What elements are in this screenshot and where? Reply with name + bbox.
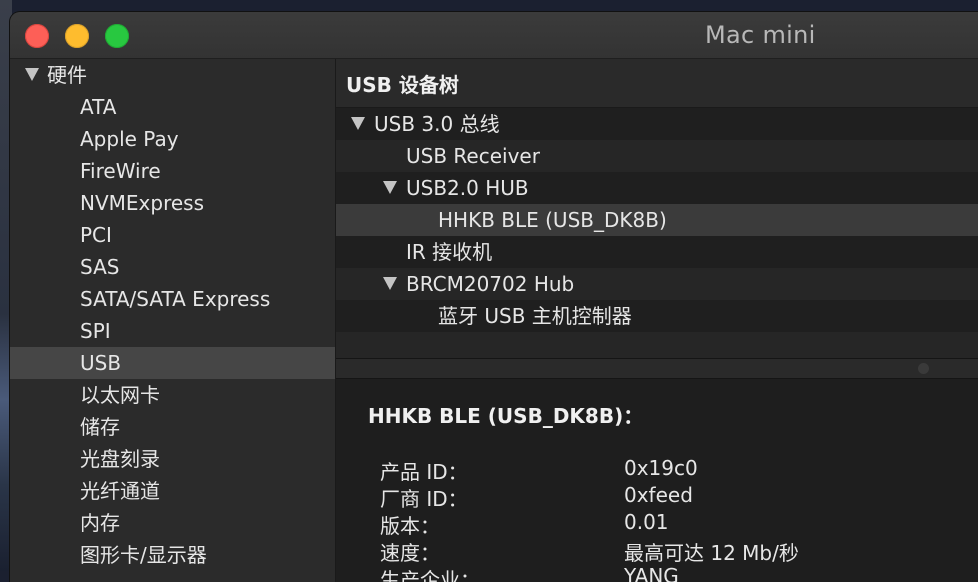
sidebar-item-storage[interactable]: 储存 [10,411,335,443]
tree-row-label: 蓝牙 USB 主机控制器 [438,304,632,328]
close-button[interactable] [25,24,49,48]
sidebar-item-label: USB [80,351,122,375]
property-key: 版本： [380,514,440,538]
tree-row-label: IR 接收机 [406,240,493,264]
detail-pane: HHKB BLE (USB_DK8B)： 产品 ID： 0x19c0 厂商 ID… [336,379,978,582]
minimize-button[interactable] [65,24,89,48]
tree-header: USB 设备树 [336,59,978,108]
sidebar-item-fibre-channel[interactable]: 光纤通道 [10,475,335,507]
sidebar-item-label: 以太网卡 [80,383,160,407]
tree-row-label: USB Receiver [406,144,540,168]
sidebar-item-label: ATA [80,95,117,119]
sidebar-item-label: SPI [80,319,111,343]
sidebar-item-label: 图形卡/显示器 [80,543,207,567]
sidebar-item-usb[interactable]: USB [10,347,335,379]
disclosure-triangle-icon[interactable] [351,117,365,130]
tree-header-title: USB 设备树 [346,73,459,97]
splitter-handle-icon[interactable] [918,363,929,374]
disclosure-triangle-icon[interactable] [383,277,397,290]
detail-title: HHKB BLE (USB_DK8B)： [368,404,644,428]
tree-row-label: BRCM20702 Hub [406,272,575,296]
sidebar-item-nvmexpress[interactable]: NVMExpress [10,187,335,219]
sidebar-item-label: NVMExpress [80,191,204,215]
property-key: 厂商 ID： [380,487,468,511]
tree-row-usb2-hub[interactable]: USB2.0 HUB [336,172,978,204]
property-key: 生产企业： [380,568,480,582]
sidebar-item-label: 储存 [80,415,120,439]
sidebar-item-label: 内存 [80,511,120,535]
sidebar-item-label: SATA/SATA Express [80,287,271,311]
titlebar[interactable]: Mac mini [10,12,978,59]
disclosure-triangle-icon[interactable] [25,68,39,81]
tree-row-label: USB2.0 HUB [406,176,529,200]
sidebar-item-apple-pay[interactable]: Apple Pay [10,123,335,155]
tree-row-empty [336,332,978,358]
sidebar-item-firewire[interactable]: FireWire [10,155,335,187]
disclosure-triangle-icon[interactable] [383,181,397,194]
property-key: 产品 ID： [380,460,468,484]
sidebar-item-spi[interactable]: SPI [10,315,335,347]
tree-row-label: USB 3.0 总线 [374,112,500,136]
sidebar-item-pci[interactable]: PCI [10,219,335,251]
sidebar[interactable]: 硬件 ATA Apple Pay FireWire NVMExpress PCI… [10,59,336,582]
sidebar-item-label: PCI [80,223,112,247]
sidebar-item-graphics[interactable]: 图形卡/显示器 [10,539,335,571]
sidebar-item-label: 光纤通道 [80,479,160,503]
sidebar-item-sata[interactable]: SATA/SATA Express [10,283,335,315]
tree-row-usb3-bus[interactable]: USB 3.0 总线 [336,108,978,140]
sidebar-item-ata[interactable]: ATA [10,91,335,123]
tree-row-bluetooth-host[interactable]: 蓝牙 USB 主机控制器 [336,300,978,332]
pane-splitter[interactable] [336,358,978,379]
usb-device-tree[interactable]: USB 3.0 总线 USB Receiver USB2.0 HUB HHKB … [336,108,978,358]
property-value: 0.01 [624,510,669,534]
content-pane: USB 设备树 USB 3.0 总线 USB Receiver USB2.0 H… [336,59,978,582]
property-value: 0xfeed [624,483,693,507]
tree-row-usb-receiver[interactable]: USB Receiver [336,140,978,172]
property-value: YANG [624,564,679,582]
sidebar-group-hardware[interactable]: 硬件 [10,59,335,91]
sidebar-item-label: SAS [80,255,120,279]
tree-row-ir-receiver[interactable]: IR 接收机 [336,236,978,268]
property-key: 速度： [380,541,440,565]
tree-row-brcm-hub[interactable]: BRCM20702 Hub [336,268,978,300]
sidebar-item-disc-burning[interactable]: 光盘刻录 [10,443,335,475]
sidebar-item-label: FireWire [80,159,161,183]
sidebar-item-ethernet[interactable]: 以太网卡 [10,379,335,411]
sidebar-group-label: 硬件 [47,63,87,87]
tree-row-hhkb-ble[interactable]: HHKB BLE (USB_DK8B) [336,204,978,236]
zoom-button[interactable] [105,24,129,48]
sidebar-item-label: Apple Pay [80,127,179,151]
tree-row-label: HHKB BLE (USB_DK8B) [438,208,667,232]
sidebar-item-memory[interactable]: 内存 [10,507,335,539]
sidebar-item-label: 光盘刻录 [80,447,160,471]
window-title: Mac mini [705,21,816,49]
property-value: 最高可达 12 Mb/秒 [624,541,799,565]
system-information-window: Mac mini 硬件 ATA Apple Pay FireWire NVMEx… [10,12,978,582]
sidebar-item-sas[interactable]: SAS [10,251,335,283]
property-value: 0x19c0 [624,456,698,480]
